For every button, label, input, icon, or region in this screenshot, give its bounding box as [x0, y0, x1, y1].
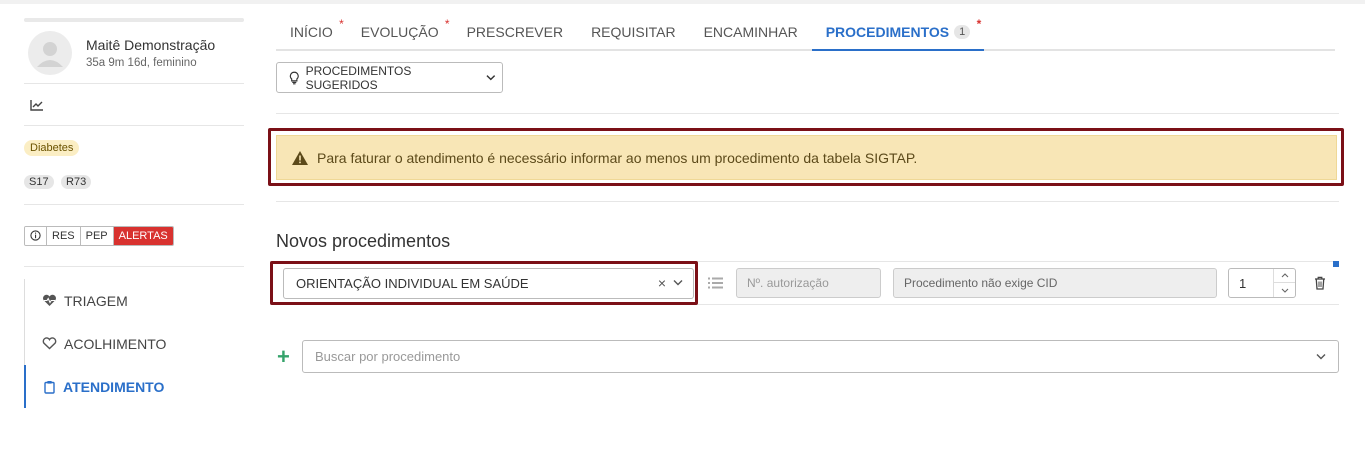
- tab-label: REQUISITAR: [591, 24, 676, 40]
- chevron-up-icon: [1281, 273, 1288, 278]
- tab-label: PROCEDIMENTOS: [825, 24, 950, 40]
- sidebar-item-label: ATENDIMENTO: [63, 378, 165, 395]
- heart-outline-icon: [42, 337, 57, 350]
- tab-procedimentos[interactable]: PROCEDIMENTOS 1 *: [811, 14, 985, 51]
- sidebar-item-triagem[interactable]: TRIAGEM: [25, 279, 244, 322]
- patient-header: Maitê Demonstração 35a 9m 16d, feminino: [24, 22, 244, 84]
- condition-tags: Diabetes S17 R73: [24, 126, 244, 205]
- tab-label: EVOLUÇÃO: [360, 24, 439, 40]
- tab-bar: INÍCIO * EVOLUÇÃO * PRESCREVER REQUISITA…: [276, 14, 1335, 51]
- authorization-input[interactable]: Nº. autorização: [736, 268, 881, 298]
- quantity-value: 1: [1239, 275, 1247, 291]
- tab-inicio[interactable]: INÍCIO *: [276, 14, 347, 51]
- lightbulb-icon: [289, 71, 299, 84]
- suggested-procedures-label: PROCEDIMENTOS SUGERIDOS: [305, 63, 412, 92]
- sidebar-nav: TRIAGEM ACOLHIMENTO ATENDIMENTO: [24, 279, 244, 408]
- procedure-search-select[interactable]: Buscar por procedimento: [302, 340, 1339, 373]
- cid-badge: S17: [24, 175, 54, 189]
- blue-marker: [1333, 261, 1339, 267]
- record-button-group: RES PEP ALERTAS: [24, 225, 174, 246]
- tab-prescrever[interactable]: PRESCREVER: [453, 14, 577, 51]
- quantity-stepper[interactable]: 1: [1228, 268, 1296, 298]
- info-button[interactable]: [25, 226, 47, 245]
- sidebar-item-acolhimento[interactable]: ACOLHIMENTO: [25, 322, 244, 365]
- cid-field: Procedimento não exige CID: [893, 268, 1217, 298]
- add-icon[interactable]: +: [277, 346, 290, 368]
- clipboard-icon: [44, 380, 55, 394]
- divider: [276, 113, 1339, 114]
- required-asterisk: *: [339, 17, 344, 31]
- chevron-down-icon: [1316, 354, 1326, 360]
- condition-badge: Diabetes: [24, 140, 80, 156]
- pep-button[interactable]: PEP: [80, 226, 114, 245]
- search-placeholder: Buscar por procedimento: [315, 349, 461, 364]
- user-icon: [37, 41, 63, 67]
- suggested-procedures-button[interactable]: PROCEDIMENTOS SUGERIDOS: [276, 62, 503, 93]
- tab-requisitar[interactable]: REQUISITAR: [577, 14, 690, 51]
- patient-meta: 35a 9m 16d, feminino: [86, 56, 197, 69]
- res-button[interactable]: RES: [47, 226, 81, 245]
- chart-row: [24, 84, 244, 126]
- chart-line-icon[interactable]: [30, 99, 44, 111]
- tab-label: PRESCREVER: [466, 24, 564, 40]
- record-buttons: RES PEP ALERTAS: [24, 205, 244, 267]
- highlight-box: [270, 261, 698, 305]
- sidebar-item-label: TRIAGEM: [64, 292, 128, 309]
- patient-sidebar: Maitê Demonstração 35a 9m 16d, feminino …: [24, 18, 244, 267]
- decrement-button[interactable]: [1274, 283, 1295, 297]
- info-icon: [30, 230, 41, 241]
- avatar: [28, 30, 72, 75]
- highlight-box: [268, 128, 1344, 186]
- required-asterisk: *: [976, 17, 982, 31]
- cid-badge: R73: [61, 175, 92, 189]
- tab-label: INÍCIO: [290, 24, 333, 40]
- sidebar-item-atendimento[interactable]: ATENDIMENTO: [24, 365, 244, 408]
- required-asterisk: *: [444, 17, 450, 31]
- alerts-button[interactable]: ALERTAS: [113, 226, 173, 245]
- tab-label: ENCAMINHAR: [703, 24, 798, 40]
- tab-count-badge: 1: [954, 25, 971, 39]
- section-title: Novos procedimentos: [276, 231, 451, 251]
- heart-pulse-icon: [43, 294, 56, 306]
- chevron-down-icon: [1281, 288, 1288, 293]
- chevron-down-icon: [486, 75, 496, 81]
- trash-icon[interactable]: [1314, 276, 1326, 290]
- top-strip: [0, 0, 1365, 4]
- tab-encaminhar[interactable]: ENCAMINHAR: [690, 14, 812, 51]
- increment-button[interactable]: [1274, 269, 1295, 283]
- tab-evolucao[interactable]: EVOLUÇÃO *: [347, 14, 453, 51]
- patient-name: Maitê Demonstração: [86, 36, 216, 53]
- list-icon[interactable]: [708, 277, 723, 289]
- divider: [276, 201, 1339, 202]
- stepper-controls: [1273, 269, 1295, 297]
- sidebar-item-label: ACOLHIMENTO: [64, 335, 167, 352]
